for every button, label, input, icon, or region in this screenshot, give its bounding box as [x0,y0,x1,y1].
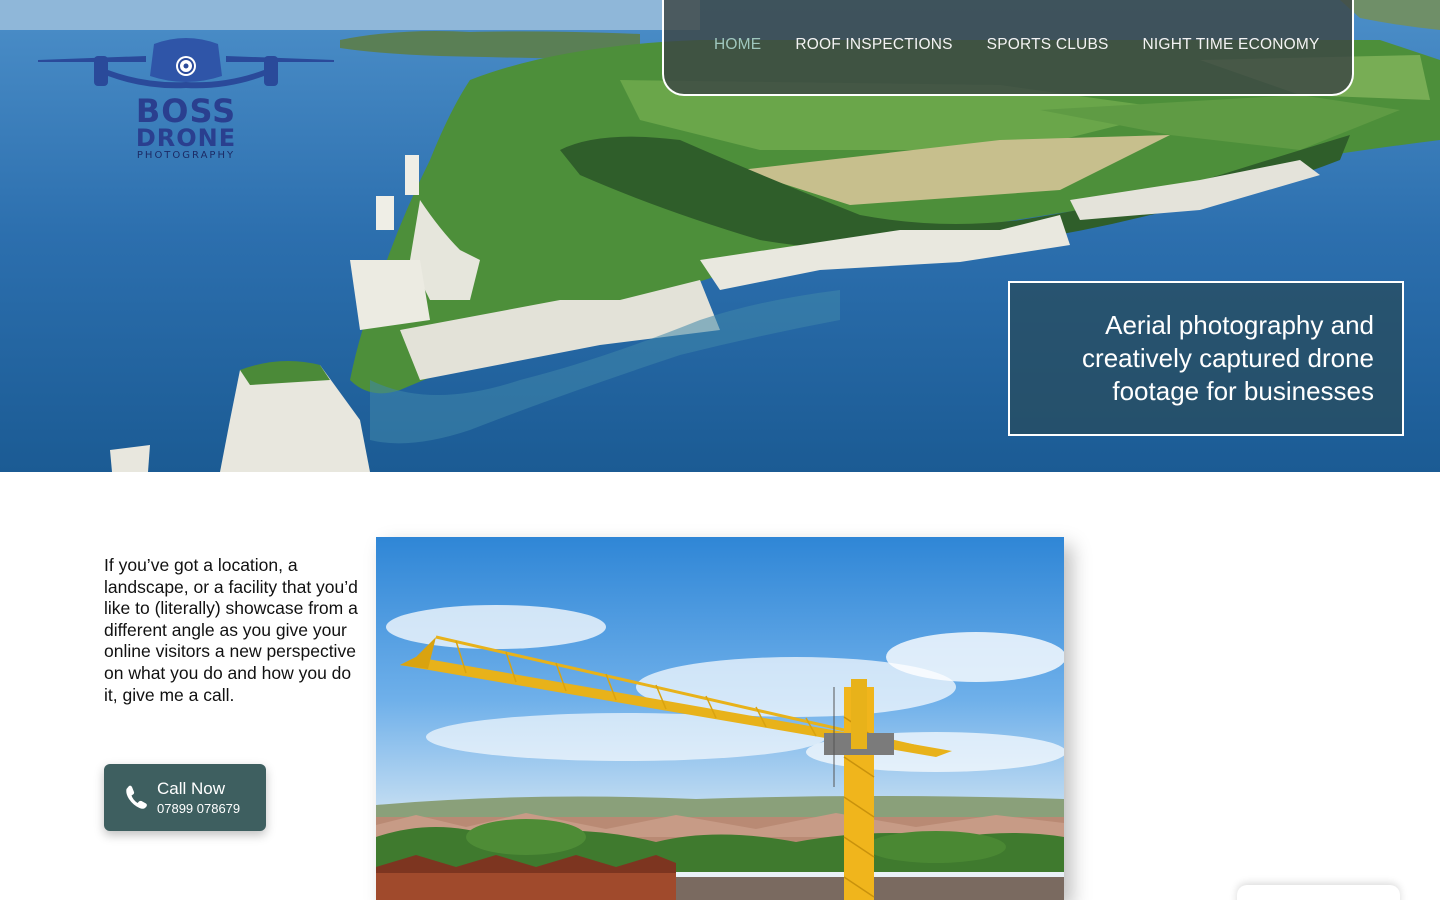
hero-banner: BOSS DRONE PHOTOGRAPHY HOME ROOF INSPECT… [0,0,1440,472]
nav-item-home[interactable]: HOME [714,36,761,54]
nav-item-sports-clubs[interactable]: SPORTS CLUBS [987,36,1109,54]
phone-number: 07899 078679 [157,801,241,816]
intro-text: If you’ve got a location, a landscape, o… [104,555,358,705]
hero-tagline: Aerial photography and creatively captur… [1082,310,1374,406]
nav-item-night-time-economy[interactable]: NIGHT TIME ECONOMY [1143,36,1320,54]
nav-list: HOME ROOF INSPECTIONS SPORTS CLUBS NIGHT… [714,36,1320,54]
brand-logo[interactable]: BOSS DRONE PHOTOGRAPHY [36,34,336,164]
crane-photo [376,537,1064,900]
chat-widget-tab[interactable] [1237,885,1400,900]
hero-tagline-box: Aerial photography and creatively captur… [1008,281,1404,436]
call-now-label: Call Now [157,779,226,798]
main-navigation: HOME ROOF INSPECTIONS SPORTS CLUBS NIGHT… [662,0,1354,96]
phone-icon [126,785,147,809]
logo-text-photography: PHOTOGRAPHY [136,150,236,161]
call-now-button[interactable]: Call Now 07899 078679 [104,764,266,831]
nav-item-roof-inspections[interactable]: ROOF INSPECTIONS [795,36,952,54]
crane-photo-illustration [376,605,1064,900]
logo-text-drone: DRONE [135,124,237,152]
